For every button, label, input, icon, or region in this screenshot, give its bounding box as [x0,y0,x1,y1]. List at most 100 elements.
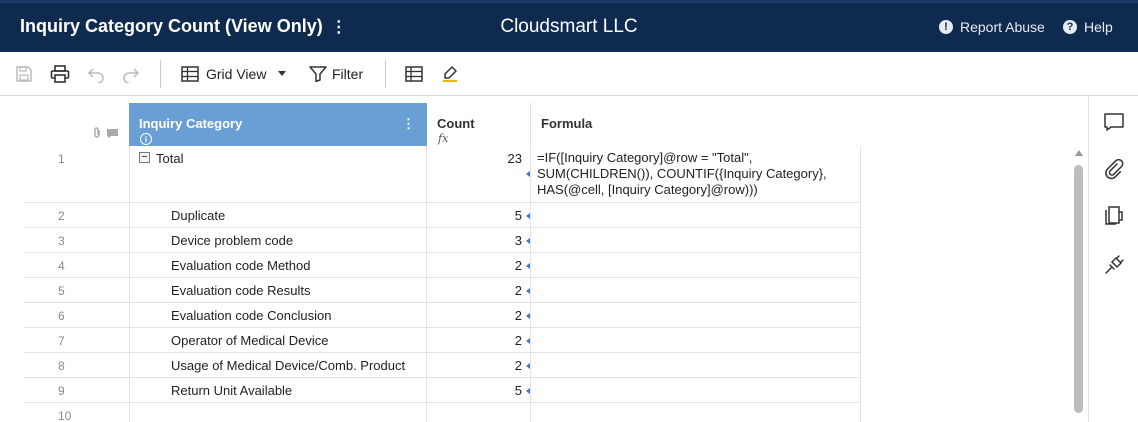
toolbar-divider [385,60,386,88]
redo-button[interactable] [122,63,140,85]
column-header-inquiry-category[interactable]: Inquiry Category i ⋮ [129,103,427,146]
link-marker-icon [526,388,530,394]
info-icon[interactable]: i [140,133,152,145]
formula-cell[interactable] [531,353,861,377]
formula-cell[interactable] [531,253,861,277]
row-number: 5 [58,284,65,298]
sheet-menu-button[interactable]: ⋮ [331,17,347,37]
category-cell[interactable]: Duplicate [129,203,427,227]
row-number: 1 [58,152,65,166]
column-menu-button[interactable]: ⋮ [402,116,415,132]
link-marker-icon [526,263,530,269]
scroll-thumb[interactable] [1074,165,1083,413]
category-text: Duplicate [171,208,226,223]
table-row[interactable]: 7 Operator of Medical Device 2 [24,328,861,353]
highlight-icon [443,66,457,82]
conversations-button[interactable] [1103,111,1125,133]
category-text: Evaluation code Conclusion [171,308,332,323]
sheet-title: Inquiry Category Count (View Only) ⋮ [20,16,347,37]
category-cell[interactable]: Device problem code [129,228,427,252]
vertical-scrollbar[interactable] [1072,148,1086,422]
print-button[interactable] [50,63,70,85]
highlight-button[interactable] [441,63,459,85]
column-header-formula[interactable]: Formula [531,103,861,146]
table-row[interactable]: 4 Evaluation code Method 2 [24,253,861,278]
column-header-icons [92,127,119,139]
formula-cell[interactable] [531,403,861,422]
count-cell[interactable]: 2 [427,328,531,352]
count-cell[interactable]: 2 [427,353,531,377]
report-abuse-link[interactable]: ! Report Abuse [939,19,1045,35]
count-cell[interactable]: 5 [427,378,531,402]
count-value: 2 [514,358,522,373]
attachment-icon [94,127,100,138]
collapse-icon[interactable]: − [139,152,150,163]
app-header: Inquiry Category Count (View Only) ⋮ Clo… [0,0,1138,52]
undo-button[interactable] [87,63,105,85]
formula-cell[interactable] [531,328,861,352]
table-row[interactable]: 1 − Total 23 =IF([Inquiry Category]@row … [24,146,861,203]
count-cell[interactable]: 2 [427,303,531,327]
category-text: Evaluation code Results [171,283,311,298]
formula-cell[interactable] [531,203,861,227]
count-cell[interactable]: 3 [427,228,531,252]
row-number: 8 [58,359,65,373]
save-icon [16,66,32,82]
count-value: 2 [514,258,522,273]
formula-cell[interactable] [531,378,861,402]
count-value: 2 [514,333,522,348]
undo-icon [87,68,104,83]
view-label: Grid View [206,66,267,82]
connections-button[interactable] [1103,254,1125,276]
alert-icon: ! [939,20,953,34]
save-button[interactable] [15,63,33,85]
row-number: 4 [58,259,65,273]
connections-icon [1105,255,1124,274]
formula-cell[interactable] [531,228,861,252]
chevron-down-icon [278,71,287,76]
category-text: Evaluation code Method [171,258,311,273]
scroll-up-arrow-icon[interactable] [1075,150,1083,156]
column-header-count[interactable]: Count fx [427,103,531,146]
table-row[interactable]: 6 Evaluation code Conclusion 2 [24,303,861,328]
sheet-grid: Inquiry Category i ⋮ Count fx Formula 1 … [0,96,1088,422]
count-cell[interactable]: 2 [427,278,531,302]
table-row[interactable]: 3 Device problem code 3 [24,228,861,253]
row-number: 10 [58,409,72,422]
category-cell[interactable]: − Total [129,146,427,202]
help-link[interactable]: ? Help [1063,19,1113,35]
row-number: 6 [58,309,65,323]
filter-label: Filter [332,66,364,82]
table-row[interactable]: 8 Usage of Medical Device/Comb. Product … [24,353,861,378]
formula-cell[interactable] [531,278,861,302]
proofs-button[interactable] [1103,205,1125,227]
filter-button[interactable]: Filter [309,63,363,85]
table-row[interactable]: 10 [24,403,861,422]
category-cell[interactable]: Usage of Medical Device/Comb. Product [129,353,427,377]
count-cell[interactable]: 2 [427,253,531,277]
count-cell[interactable]: 5 [427,203,531,227]
category-cell[interactable]: Evaluation code Conclusion [129,303,427,327]
table-format-button[interactable] [405,63,423,85]
table-row[interactable]: 5 Evaluation code Results 2 [24,278,861,303]
attachments-button[interactable] [1103,158,1125,180]
toolbar: Grid View Filter [0,52,1138,96]
grid-view-icon [181,66,199,82]
formula-cell[interactable] [531,303,861,327]
count-cell[interactable] [427,403,531,422]
table-row[interactable]: 2 Duplicate 5 [24,203,861,228]
table-row[interactable]: 9 Return Unit Available 5 [24,378,861,403]
view-selector[interactable]: Grid View [181,63,287,85]
count-value: 5 [514,383,522,398]
category-cell[interactable] [129,403,427,422]
category-cell[interactable]: Evaluation code Results [129,278,427,302]
column-label: Formula [541,116,593,131]
category-cell[interactable]: Evaluation code Method [129,253,427,277]
category-text: Usage of Medical Device/Comb. Product [171,358,406,373]
category-cell[interactable]: Operator of Medical Device [129,328,427,352]
count-cell[interactable]: 23 [427,146,531,202]
count-value: 2 [514,308,522,323]
formula-cell[interactable]: =IF([Inquiry Category]@row = "Total", SU… [531,146,861,202]
category-cell[interactable]: Return Unit Available [129,378,427,402]
row-number: 3 [58,234,65,248]
